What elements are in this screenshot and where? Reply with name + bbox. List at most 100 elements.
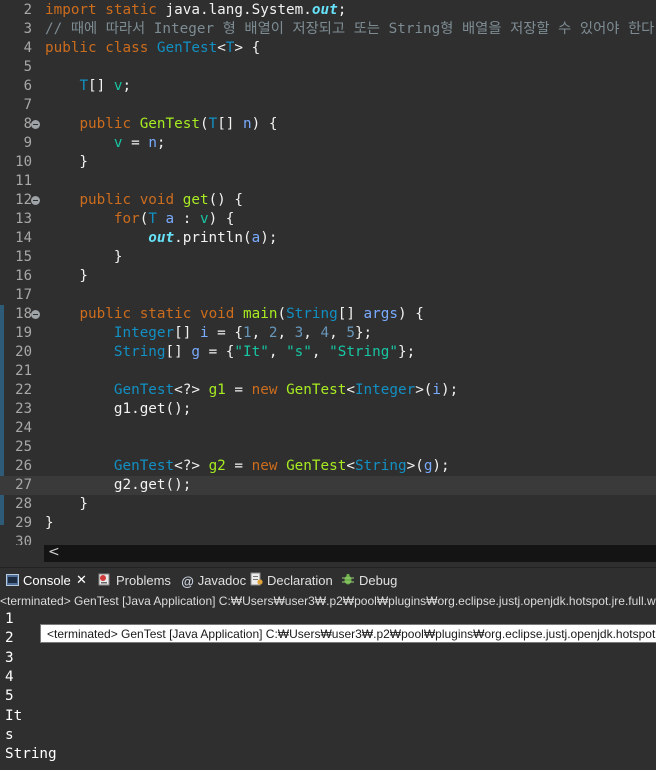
code-text: GenTest<?> g2 = new GenTest<String>(g); <box>45 457 450 476</box>
tab-problems[interactable]: Problems <box>98 568 171 593</box>
code-line[interactable]: 18 public static void main(String[] args… <box>0 305 656 324</box>
declaration-icon <box>250 569 263 594</box>
code-line[interactable]: 21 <box>0 362 656 381</box>
code-line[interactable]: 25 <box>0 438 656 457</box>
code-token: T <box>148 211 157 227</box>
line-number: 24 <box>15 420 32 436</box>
code-token: public <box>79 116 140 132</box>
code-text: public static void main(String[] args) { <box>45 305 423 324</box>
fold-toggle-icon[interactable] <box>31 120 40 129</box>
code-token: ; <box>156 135 166 151</box>
code-line[interactable]: 5 <box>0 58 656 77</box>
code-line[interactable]: 4 public class GenTest<T> { <box>0 39 656 58</box>
line-number: 19 <box>15 325 32 341</box>
code-token: < <box>217 40 226 56</box>
code-line[interactable]: 28 } <box>0 495 656 514</box>
code-line[interactable]: 23 g1.get(); <box>0 400 656 419</box>
line-number: 4 <box>23 40 32 56</box>
code-line[interactable]: 26 GenTest<?> g2 = new GenTest<String>(g… <box>0 457 656 476</box>
code-line[interactable]: 6 T[] v; <box>0 77 656 96</box>
line-number: 21 <box>15 363 32 379</box>
code-token: new <box>251 458 287 474</box>
line-number: 12 <box>15 192 32 208</box>
code-line[interactable]: 15 } <box>0 248 656 267</box>
code-text: out.println(a); <box>45 229 277 248</box>
code-text: } <box>45 514 54 533</box>
line-number: 2 <box>23 2 32 18</box>
code-line[interactable]: 8 public GenTest(T[] n) { <box>0 115 656 134</box>
line-number: 13 <box>15 211 32 227</box>
code-line[interactable]: 24 <box>0 419 656 438</box>
code-token: = <box>225 458 252 474</box>
code-token: >( <box>415 382 433 398</box>
code-token: }; <box>397 344 416 360</box>
code-line[interactable]: 13 for(T a : v) { <box>0 210 656 229</box>
code-line[interactable]: 16 } <box>0 267 656 286</box>
code-token: out <box>148 230 175 246</box>
horizontal-scrollbar[interactable]: < <box>44 544 656 562</box>
tab-declaration[interactable]: Declaration <box>250 568 333 593</box>
code-line[interactable]: 14 out.println(a); <box>0 229 656 248</box>
code-token: }; <box>354 325 373 341</box>
code-token: T <box>79 78 89 94</box>
code-token: "It" <box>234 344 269 360</box>
code-line[interactable]: 22 GenTest<?> g1 = new GenTest<Integer>(… <box>0 381 656 400</box>
code-text: import static java.lang.System.out; <box>45 1 346 20</box>
line-number: 18 <box>15 306 32 322</box>
code-line[interactable]: 2 import static java.lang.System.out; <box>0 1 656 20</box>
code-token: , <box>311 344 330 360</box>
code-text: // 때에 따라서 Integer 형 배열이 저장되고 또는 String형 … <box>45 20 656 39</box>
code-token: Integer <box>354 382 416 398</box>
code-token: , <box>277 325 295 341</box>
fold-toggle-icon[interactable] <box>31 196 40 205</box>
code-token: , <box>303 325 321 341</box>
line-number: 10 <box>15 154 32 170</box>
code-line[interactable]: 10 } <box>0 153 656 172</box>
code-token: ( <box>277 306 287 322</box>
code-token: g1 <box>208 382 226 398</box>
tab-debug[interactable]: Debug <box>341 568 397 593</box>
code-line[interactable]: 20 String[] g = {"It", "s", "String"}; <box>0 343 656 362</box>
code-token: ( <box>199 116 209 132</box>
code-token: GenTest <box>113 382 175 398</box>
fold-toggle-icon[interactable] <box>31 310 40 319</box>
close-icon[interactable]: ✕ <box>76 568 87 593</box>
code-line[interactable]: 7 <box>0 96 656 115</box>
code-token: g <box>191 344 200 360</box>
code-token: "String" <box>329 344 398 360</box>
code-line[interactable]: 27 g2.get(); <box>0 476 656 495</box>
code-token: static <box>105 2 166 18</box>
code-text: public class GenTest<T> { <box>45 39 260 58</box>
code-token: // 때에 따라서 Integer 형 배열이 저장되고 또는 String형 … <box>45 21 656 37</box>
code-line[interactable]: 29} <box>0 514 656 533</box>
code-line[interactable]: 30 <box>0 533 656 545</box>
output-line: 3 <box>5 649 14 666</box>
code-token: . <box>174 230 183 246</box>
code-token: 5 <box>346 325 355 341</box>
code-editor[interactable]: 2 import static java.lang.System.out; 3// … <box>0 0 656 545</box>
code-token: a <box>251 230 261 246</box>
tab-declaration-label: Declaration <box>267 573 333 588</box>
tab-console[interactable]: Console <box>6 568 71 593</box>
line-number: 23 <box>15 401 32 417</box>
code-line[interactable]: 12 public void get() { <box>0 191 656 210</box>
code-line[interactable]: 17 <box>0 286 656 305</box>
code-token: get <box>182 192 209 208</box>
code-text: g2.get(); <box>45 476 191 495</box>
code-line[interactable]: 3 // 때에 따라서 Integer 형 배열이 저장되고 또는 String형… <box>0 20 656 39</box>
code-token: , <box>251 325 269 341</box>
code-line[interactable]: 19 Integer[] i = {1, 2, 3, 4, 5}; <box>0 324 656 343</box>
terminated-tooltip: <terminated> GenTest [Java Application] … <box>40 624 656 643</box>
output-line: 1 <box>5 611 14 627</box>
line-number: 15 <box>15 249 32 265</box>
code-token: args <box>363 306 398 322</box>
scroll-left-icon[interactable]: < <box>48 544 60 560</box>
code-text: g1.get(); <box>45 400 191 419</box>
line-number: 11 <box>15 173 32 189</box>
tab-javadoc[interactable]: @ Javadoc <box>181 568 246 593</box>
code-line[interactable]: 9 v = n; <box>0 134 656 153</box>
code-line[interactable]: 11 <box>0 172 656 191</box>
